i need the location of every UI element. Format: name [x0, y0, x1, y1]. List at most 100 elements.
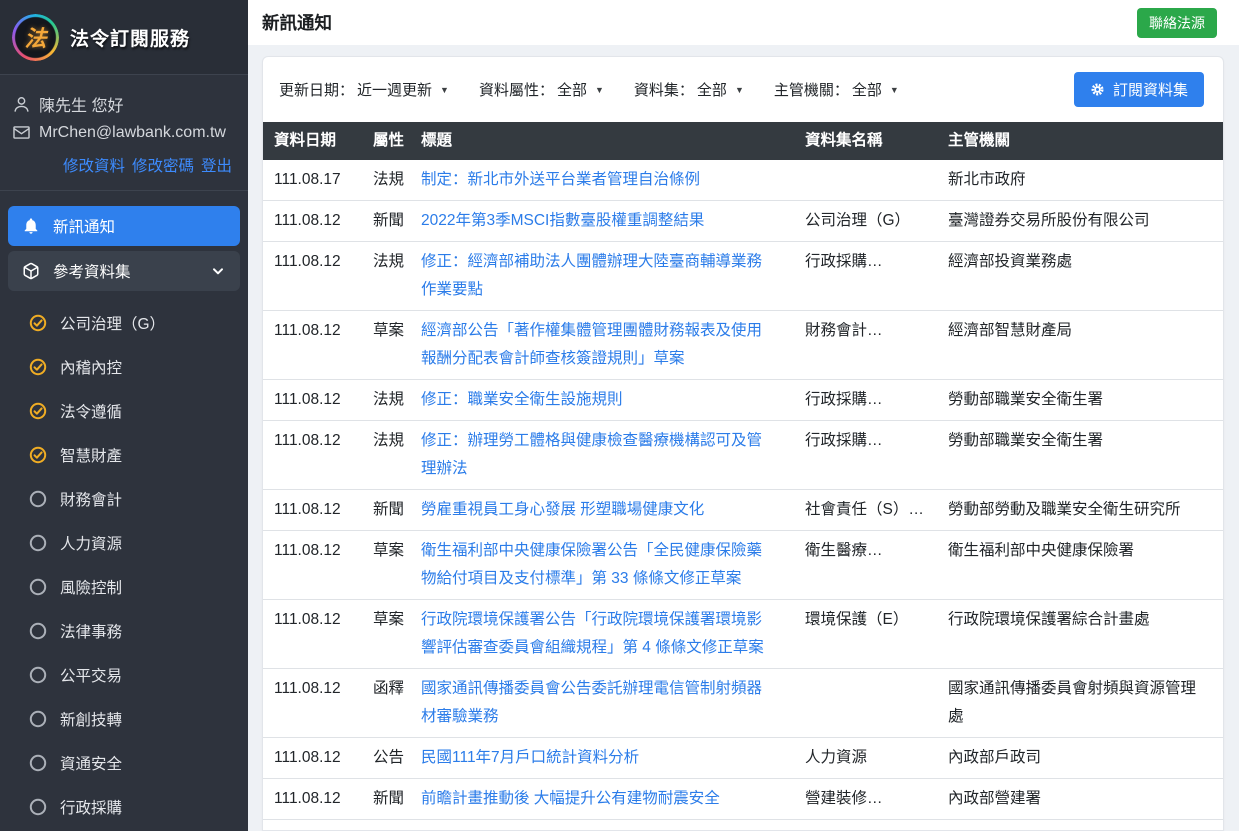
row-agency: 行政院環境保護署綜合計畫處 — [948, 600, 1223, 669]
row-date: 111.08.12 — [263, 531, 373, 600]
table-row: 111.08.12 草案 行政院環境保護署公告「行政院環境保護署環境影響評估審查… — [263, 600, 1223, 669]
news-title-link[interactable]: 國家通訊傳播委員會公告委託辦理電信管制射頻器材審驗業務 — [421, 680, 762, 725]
filter-value: 近一週更新 — [357, 79, 432, 100]
sidebar-item-notifications[interactable]: 新訊通知 — [8, 206, 240, 246]
sidebar-dataset-item[interactable]: 智慧財產 — [8, 433, 240, 477]
news-title-link[interactable]: 行政院環境保護署公告「行政院環境保護署環境影響評估審查委員會組織規程」第 4 條… — [421, 611, 764, 656]
news-card: 更新日期：近一週更新▼ 資料屬性：全部 ▼ 資料集：全部▼ 主管機關：全部▼ 訂閱… — [262, 56, 1224, 831]
row-dataset — [805, 820, 948, 831]
sidebar-dataset-item[interactable]: 內稽內控 — [8, 345, 240, 389]
table-header-row: 資料日期屬性標題資料集名稱主管機關 — [263, 122, 1223, 160]
row-agency: 新北市政府 — [948, 160, 1223, 201]
sidebar-dataset-item[interactable]: 公司治理（G） — [8, 301, 240, 345]
subscribed-check-icon — [29, 314, 47, 332]
row-dataset: 行政採購… — [805, 380, 948, 421]
table-row: 111.08.12 草案 經濟部公告「著作權集體管理團體財務報表及使用報酬分配表… — [263, 311, 1223, 380]
table-row: 111.08.12 法規 修正：職業安全衛生設施規則 行政採購… 勞動部職業安全… — [263, 380, 1223, 421]
unsubscribed-circle-icon — [29, 578, 47, 596]
subscribed-check-icon — [29, 358, 47, 376]
top-header: 新訊通知 聯絡法源 — [248, 0, 1239, 45]
row-type: 法規 — [373, 421, 421, 490]
user-panel: 陳先生 您好 MrChen@lawbank.com.tw 修改資料修改密碼登出 — [0, 75, 248, 191]
filter-dropdown[interactable]: 更新日期：近一週更新▼ — [279, 79, 449, 100]
news-title-link[interactable]: 經濟部公告「著作權集體管理團體財務報表及使用報酬分配表會計師查核簽證規則」草案 — [421, 322, 762, 367]
sidebar-dataset-label: 財務會計 — [60, 488, 122, 510]
row-type: 函釋 — [373, 669, 421, 738]
row-dataset: 行政採購… — [805, 421, 948, 490]
filter-label: 資料集： — [634, 79, 694, 100]
sidebar-dataset-item[interactable]: 風險控制 — [8, 565, 240, 609]
sidebar-dataset-label: 風險控制 — [60, 576, 122, 598]
page-title: 新訊通知 — [262, 10, 332, 35]
row-agency: 勞動部勞動及職業安全衛生研究所 — [948, 490, 1223, 531]
news-table: 資料日期屬性標題資料集名稱主管機關 111.08.17 法規 制定：新北市外送平… — [263, 122, 1223, 831]
row-title-cell: 修正：經濟部補助法人團體辦理大陸臺商輔導業務作業要點 — [421, 242, 805, 311]
row-dataset: 人力資源 — [805, 738, 948, 779]
filter-dropdown[interactable]: 資料集：全部▼ — [634, 79, 744, 100]
news-title-link[interactable]: 修正：職業安全衛生設施規則 — [421, 391, 623, 408]
table-row: 111.08.12 法規 修正：辦理勞工體格與健康檢查醫療機構認可及管理辦法 行… — [263, 421, 1223, 490]
news-title-link[interactable]: 勞雇重視員工身心發展 形塑職場健康文化 — [421, 501, 704, 518]
row-type: 法規 — [373, 820, 421, 831]
mail-icon — [12, 123, 31, 142]
row-dataset — [805, 160, 948, 201]
user-email: MrChen@lawbank.com.tw — [39, 124, 226, 142]
column-header: 主管機關 — [948, 122, 1223, 160]
news-title-link[interactable]: 衛生福利部中央健康保險署公告「全民健康保險藥物給付項目及支付標準」第 33 條條… — [421, 542, 762, 587]
sidebar-dataset-label: 新創技轉 — [60, 708, 122, 730]
news-title-link[interactable]: 修正：經濟部補助法人團體辦理大陸臺商輔導業務作業要點 — [421, 253, 762, 298]
row-date: 111.08.12 — [263, 311, 373, 380]
sidebar-dataset-label: 法律事務 — [60, 620, 122, 642]
news-title-link[interactable]: 2022年第3季MSCI指數臺股權重調整結果 — [421, 212, 704, 229]
sidebar-item-datasets[interactable]: 參考資料集 — [8, 251, 240, 291]
news-title-link[interactable]: 制定：新北市外送平台業者管理自治條例 — [421, 171, 700, 188]
sidebar-dataset-label: 行政採購 — [60, 796, 122, 818]
sidebar-dataset-label: 法令遵循 — [60, 400, 122, 422]
row-title-cell: 行政院環境保護署公告「行政院環境保護署環境影響評估審查委員會組織規程」第 4 條… — [421, 600, 805, 669]
user-links: 修改資料修改密碼登出 — [12, 154, 236, 176]
table-row: 111.08.12 新聞 2022年第3季MSCI指數臺股權重調整結果 公司治理… — [263, 201, 1223, 242]
user-account-link[interactable]: 修改密碼 — [132, 158, 194, 175]
news-title-link[interactable]: 修正：辦理勞工體格與健康檢查醫療機構認可及管理辦法 — [421, 432, 762, 477]
sidebar-dataset-item[interactable]: 新創技轉 — [8, 697, 240, 741]
sidebar-dataset-label: 內稽內控 — [60, 356, 122, 378]
row-dataset: 行政採購… — [805, 242, 948, 311]
filter-dropdown[interactable]: 資料屬性：全部 ▼ — [479, 79, 604, 100]
sidebar-dataset-item[interactable]: 資通安全 — [8, 741, 240, 785]
news-title-link[interactable]: 前瞻計畫推動後 大幅提升公有建物耐震安全 — [421, 790, 720, 807]
table-row: 111.08.12 公告 民國111年7月戶口統計資料分析 人力資源 內政部戶政… — [263, 738, 1223, 779]
unsubscribed-circle-icon — [29, 754, 47, 772]
filter-value: 全部 — [557, 79, 587, 100]
unsubscribed-circle-icon — [29, 798, 47, 816]
row-agency: 國家通訊傳播委員會射頻與資源管理處 — [948, 669, 1223, 738]
row-type: 新聞 — [373, 779, 421, 820]
filter-label: 資料屬性： — [479, 79, 554, 100]
row-type: 新聞 — [373, 201, 421, 242]
row-date: 111.08.12 — [263, 669, 373, 738]
subscribe-datasets-button[interactable]: 訂閱資料集 — [1074, 72, 1204, 107]
user-account-link[interactable]: 登出 — [201, 158, 232, 175]
user-account-link[interactable]: 修改資料 — [63, 158, 125, 175]
sidebar-dataset-item[interactable]: 人力資源 — [8, 521, 240, 565]
news-title-link[interactable]: 民國111年7月戶口統計資料分析 — [421, 749, 639, 766]
sidebar-dataset-item[interactable]: 財務會計 — [8, 477, 240, 521]
unsubscribed-circle-icon — [29, 490, 47, 508]
row-title-cell: 制定：新北市外送平台業者管理自治條例 — [421, 160, 805, 201]
row-date: 111.08.12 — [263, 201, 373, 242]
dropdown-caret-icon: ▼ — [595, 85, 604, 95]
row-agency: 勞動部職業安全衛生署 — [948, 380, 1223, 421]
contact-button[interactable]: 聯絡法源 — [1137, 8, 1217, 38]
table-row: 111.08.12 法規 修正：經濟部補助法人團體辦理大陸臺商輔導業務作業要點 … — [263, 242, 1223, 311]
sidebar-dataset-label: 公平交易 — [60, 664, 122, 686]
row-title-cell: 2022年第3季MSCI指數臺股權重調整結果 — [421, 201, 805, 242]
sidebar-dataset-item[interactable]: 法律事務 — [8, 609, 240, 653]
row-type: 草案 — [373, 311, 421, 380]
unsubscribed-circle-icon — [29, 622, 47, 640]
unsubscribed-circle-icon — [29, 534, 47, 552]
filter-dropdown[interactable]: 主管機關：全部▼ — [774, 79, 899, 100]
row-dataset: 公司治理（G） — [805, 201, 948, 242]
sidebar-dataset-item[interactable]: 公平交易 — [8, 653, 240, 697]
sidebar-dataset-item[interactable]: 行政採購 — [8, 785, 240, 829]
sidebar-dataset-item[interactable]: 法令遵循 — [8, 389, 240, 433]
subscribe-button-label: 訂閱資料集 — [1113, 79, 1188, 100]
